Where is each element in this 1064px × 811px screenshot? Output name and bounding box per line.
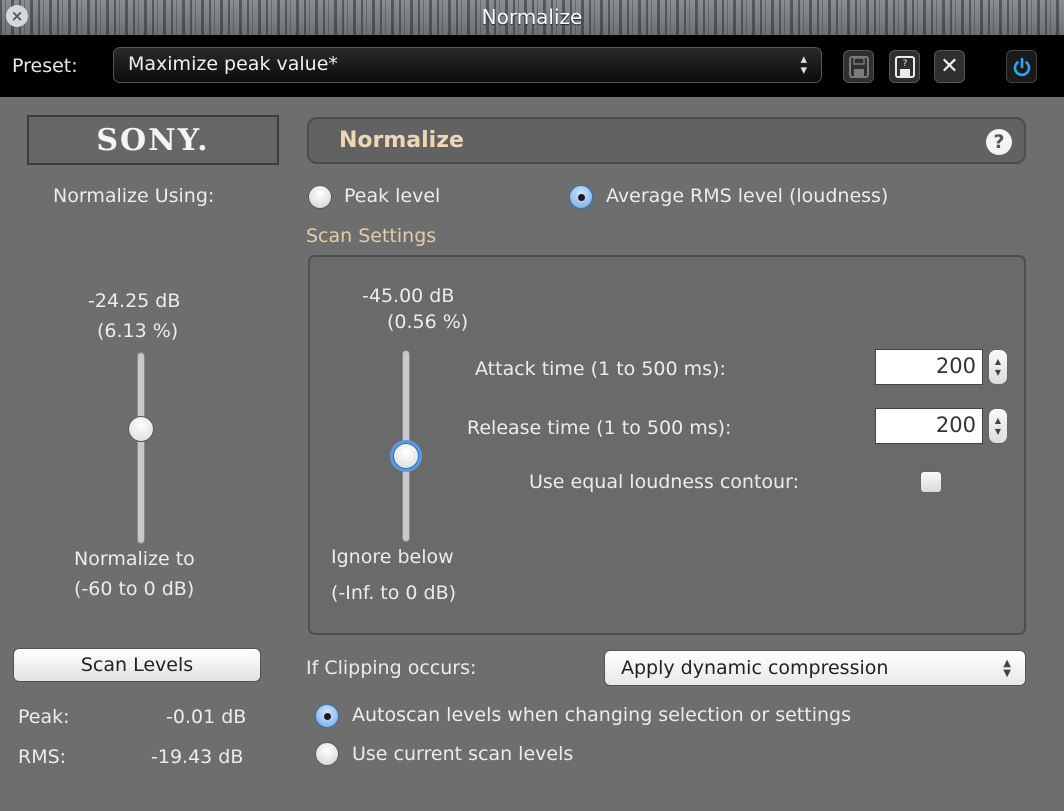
release-time-stepper[interactable]: ▲ ▼: [988, 408, 1008, 444]
stepper-down-icon[interactable]: ▼: [995, 367, 1001, 378]
rms-label: RMS:: [18, 746, 67, 768]
clipping-selected-value: Apply dynamic compression: [621, 657, 889, 679]
normalize-to-percent-value: (6.13 %): [97, 320, 179, 342]
bypass-power-button[interactable]: [1006, 50, 1037, 83]
stepper-up-icon[interactable]: ▲: [995, 356, 1001, 367]
peak-label: Peak:: [18, 706, 70, 728]
sony-logo: SONY.: [27, 115, 279, 165]
updown-arrows-icon: ▲ ▼: [1003, 658, 1011, 679]
scan-settings-heading: Scan Settings: [306, 225, 437, 247]
plugin-title: Normalize: [339, 128, 464, 153]
preset-dropdown[interactable]: Maximize peak value* ▴ ▾: [113, 47, 822, 83]
rms-value: -19.43 dB: [151, 746, 244, 768]
autoscan-radio[interactable]: [315, 704, 339, 728]
clipping-label: If Clipping occurs:: [306, 657, 477, 679]
close-x-icon: ✕: [940, 54, 959, 79]
ignore-below-percent-value: (0.56 %): [387, 311, 469, 333]
autoscan-label[interactable]: Autoscan levels when changing selection …: [352, 704, 851, 726]
attack-time-stepper[interactable]: ▲ ▼: [988, 349, 1008, 385]
normalize-using-label: Normalize Using:: [53, 185, 215, 207]
ignore-below-db-value: -45.00 dB: [362, 285, 455, 307]
floppy-disk-question-icon: ?: [894, 55, 915, 78]
equal-loudness-label: Use equal loudness contour:: [529, 471, 799, 493]
floppy-disk-icon: [848, 55, 869, 78]
delete-preset-button[interactable]: ✕: [934, 50, 965, 83]
release-time-input[interactable]: 200: [875, 408, 983, 444]
ignore-below-range-label: (-Inf. to 0 dB): [331, 582, 457, 604]
preset-selected-value: Maximize peak value*: [128, 53, 338, 75]
stepper-down-icon[interactable]: ▼: [995, 426, 1001, 437]
normalize-to-slider-thumb[interactable]: [128, 415, 154, 442]
ignore-below-label: Ignore below: [331, 546, 454, 568]
release-time-label: Release time (1 to 500 ms):: [467, 417, 732, 439]
attack-time-input[interactable]: 200: [875, 349, 983, 385]
scan-levels-button[interactable]: Scan Levels: [13, 648, 261, 682]
preset-label: Preset:: [12, 55, 78, 77]
average-rms-label[interactable]: Average RMS level (loudness): [606, 185, 888, 207]
peak-level-radio[interactable]: [308, 185, 332, 209]
peak-level-label[interactable]: Peak level: [344, 185, 440, 207]
use-current-scan-label[interactable]: Use current scan levels: [352, 743, 573, 765]
clipping-dropdown[interactable]: Apply dynamic compression ▲ ▼: [604, 650, 1026, 686]
help-icon: ?: [993, 131, 1005, 153]
window-title: Normalize: [481, 5, 583, 29]
save-preset-button[interactable]: [843, 50, 874, 83]
svg-text:?: ?: [902, 59, 907, 69]
normalize-to-range-label: (-60 to 0 dB): [74, 578, 195, 600]
use-current-scan-radio[interactable]: [315, 742, 339, 766]
normalize-to-slider-track[interactable]: [137, 352, 145, 544]
ignore-below-slider-thumb[interactable]: [393, 442, 419, 469]
attack-time-label: Attack time (1 to 500 ms):: [475, 358, 726, 380]
help-button[interactable]: ?: [986, 129, 1012, 155]
average-rms-radio[interactable]: [569, 185, 593, 209]
updown-arrows-icon: ▴ ▾: [800, 52, 807, 78]
save-preset-as-button[interactable]: ?: [889, 50, 920, 83]
stepper-up-icon[interactable]: ▲: [995, 415, 1001, 426]
normalize-to-label: Normalize to: [74, 548, 195, 570]
peak-value: -0.01 dB: [166, 706, 247, 728]
equal-loudness-checkbox[interactable]: [920, 471, 942, 493]
normalize-to-db-value: -24.25 dB: [88, 290, 181, 312]
power-icon: [1013, 57, 1030, 76]
